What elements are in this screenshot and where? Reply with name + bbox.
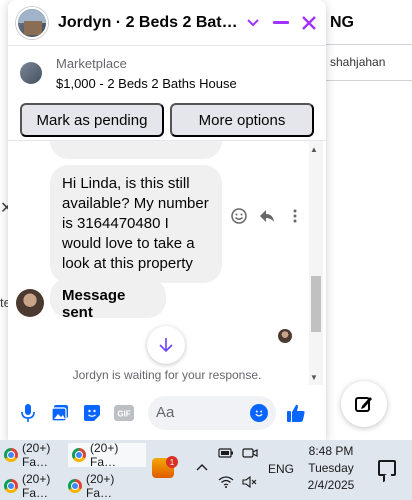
taskbar-app-label: (20+) Fa… (86, 472, 115, 500)
photo-icon[interactable] (48, 401, 72, 425)
avatar (16, 289, 44, 317)
clock-time: 8:48 PM (308, 444, 354, 458)
chat-header: Jordyn · 2 Beds 2 Baths Ho… (8, 0, 326, 46)
background-name-fragment: shahjahan (330, 55, 386, 69)
scroll-up-icon[interactable]: ▲ (310, 145, 318, 154)
compose-icon (355, 397, 372, 412)
message-actions (230, 207, 304, 225)
camera-icon[interactable] (242, 447, 258, 462)
taskbar-app-label: (20+) Fa… (90, 441, 119, 469)
scroll-down-icon[interactable]: ▼ (310, 373, 318, 382)
listing-actions: Mark as pending More options (8, 91, 326, 137)
minimize-icon[interactable] (270, 12, 292, 34)
chrome-icon (4, 479, 18, 493)
clock-date: 2/4/2025 (307, 478, 355, 492)
message-input-wrapper (148, 395, 276, 430)
chrome-icon (72, 448, 86, 462)
message-bubble: Message sent (50, 278, 166, 321)
taskbar-app-label: (20+) Fa… (22, 472, 51, 500)
wifi-icon[interactable] (218, 476, 234, 491)
divider (325, 44, 412, 45)
sticker-icon[interactable] (80, 401, 104, 425)
divider (325, 80, 412, 81)
chrome-icon (68, 479, 82, 493)
scroll-to-bottom-button[interactable] (147, 326, 185, 364)
message-input[interactable] (156, 404, 246, 421)
more-options-button[interactable]: More options (170, 103, 314, 137)
scrollbar-thumb[interactable] (311, 276, 321, 332)
background-header-fragment: NG (330, 14, 354, 31)
gif-icon[interactable]: GIF (112, 401, 136, 425)
microphone-icon[interactable] (16, 401, 40, 425)
notification-center-icon[interactable] (378, 460, 396, 476)
taskbar-app-button[interactable]: (20+) Fa… (64, 472, 144, 500)
gif-label: GIF (117, 409, 130, 418)
react-emoji-icon[interactable] (230, 207, 248, 225)
chat-title[interactable]: Jordyn · 2 Beds 2 Baths Ho… (58, 14, 242, 32)
chevron-up-icon[interactable] (196, 460, 208, 474)
thumbs-up-icon[interactable] (284, 401, 308, 425)
language-indicator[interactable]: ENG (268, 462, 294, 476)
battery-icon[interactable] (218, 447, 234, 462)
avatar[interactable] (16, 6, 48, 39)
close-icon[interactable] (298, 12, 320, 34)
message-bubble (50, 141, 222, 159)
chevron-down-icon[interactable] (242, 12, 264, 34)
message-composer: GIF (8, 385, 326, 440)
taskbar-app-button[interactable]: (20+) Fa… (0, 441, 64, 469)
mark-as-pending-button[interactable]: Mark as pending (20, 103, 164, 137)
listing-thumbnail (20, 62, 42, 84)
taskbar-app-button[interactable]: (20+) Fa… (68, 441, 146, 469)
marketplace-listing[interactable]: Marketplace $1,000 - 2 Beds 2 Baths Hous… (8, 46, 326, 91)
chat-window: Jordyn · 2 Beds 2 Baths Ho… Marketplace … (8, 0, 326, 440)
arrow-down-icon (159, 338, 173, 353)
marketplace-label: Marketplace (56, 56, 127, 71)
new-message-button[interactable] (341, 381, 387, 427)
chrome-icon (4, 448, 18, 462)
speaker-muted-icon[interactable] (242, 475, 258, 491)
scrollbar[interactable] (309, 141, 323, 385)
listing-title: $1,000 - 2 Beds 2 Baths House (56, 76, 237, 91)
reply-icon[interactable] (258, 207, 276, 225)
read-receipt-avatar (278, 329, 292, 343)
emoji-icon[interactable] (250, 403, 268, 422)
message-bubble: Hi Linda, is this still available? My nu… (50, 165, 222, 283)
message-list: Hi Linda, is this still available? My nu… (8, 140, 326, 385)
more-vertical-icon[interactable] (286, 207, 304, 225)
system-clock[interactable]: 8:48 PM Tuesday 2/4/2025 (300, 443, 362, 494)
taskbar-app-button[interactable]: (20+) Fa… (0, 472, 62, 500)
taskbar-app-label: (20+) Fa… (22, 441, 51, 469)
clock-day: Tuesday (308, 461, 354, 475)
notification-badge: 1 (166, 456, 178, 468)
waiting-status: Jordyn is waiting for your response. (72, 368, 262, 382)
